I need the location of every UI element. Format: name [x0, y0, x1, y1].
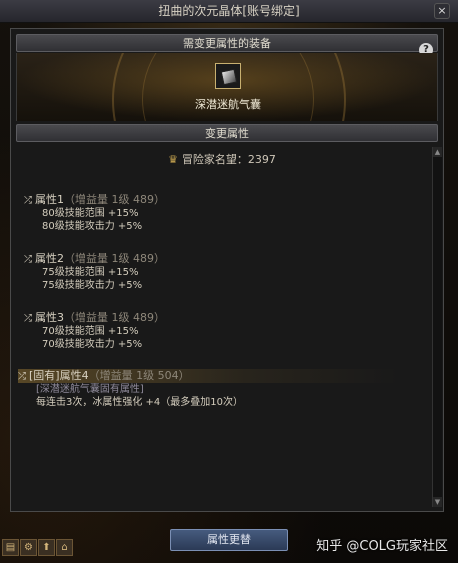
- attribute-effect: 80级技能攻击力 +5%: [42, 221, 143, 232]
- equip-area: 深潜迷航气囊: [16, 53, 438, 121]
- attribute-header: ⤮ 属性2（增益量 1级 489）: [24, 252, 404, 266]
- shuffle-icon: ⤮: [24, 195, 32, 206]
- bottom-toolbar: ▤ ⚙ ⬆ ⌂: [2, 539, 74, 557]
- change-section-header: 变更属性: [16, 124, 438, 142]
- window-title: 扭曲的次元晶体[账号绑定]: [158, 4, 300, 18]
- attribute-effect: 75级技能范围 +15%: [42, 267, 139, 278]
- close-button[interactable]: ×: [434, 3, 450, 19]
- attribute-source-label: [深潜迷航气囊固有属性]: [36, 384, 144, 395]
- item-cube-icon: [220, 68, 238, 86]
- window-titlebar[interactable]: 扭曲的次元晶体[账号绑定] ×: [0, 0, 458, 23]
- attribute-effect: 75级技能攻击力 +5%: [42, 280, 143, 291]
- attribute-meta: （增益量 1级 489）: [64, 193, 165, 206]
- attribute-option-4-selected[interactable]: ⤮ [固有]属性4（增益量 1级 504） [深潜迷航气囊固有属性] 每连击3次，…: [18, 369, 398, 409]
- attribute-effect: 70级技能范围 +15%: [42, 326, 139, 337]
- upgrade-icon[interactable]: ⬆: [38, 539, 55, 556]
- scroll-up-arrow-icon[interactable]: ▲: [433, 147, 442, 157]
- settings-gear-icon[interactable]: ⚙: [20, 539, 37, 556]
- attribute-effect: 每连击3次，冰属性强化 +4（最多叠加10次）: [36, 397, 244, 408]
- shuffle-icon: ⤮: [24, 254, 32, 265]
- attribute-meta: （增益量 1级 489）: [64, 252, 165, 265]
- attribute-title: 属性2: [35, 252, 64, 265]
- main-panel: 需变更属性的装备 ? 深潜迷航气囊 变更属性 ♛ 冒险家名望：2397 ⤮ 属性1（…: [10, 28, 444, 512]
- attribute-list: ♛ 冒险家名望：2397 ⤮ 属性1（增益量 1级 489） 80级技能范围 +15…: [16, 145, 428, 507]
- watermark: 知乎 @COLG玩家社区: [316, 539, 448, 554]
- item-name: 深潜迷航气囊: [195, 98, 261, 111]
- attribute-effect: 80级技能范围 +15%: [42, 208, 139, 219]
- attribute-option-2[interactable]: ⤮ 属性2（增益量 1级 489） 75级技能范围 +15% 75级技能攻击力 +…: [24, 252, 404, 292]
- attribute-meta: （增益量 1级 489）: [64, 311, 165, 324]
- reputation-text: 冒险家名望：2397: [181, 153, 276, 166]
- shuffle-icon: ⤮: [24, 313, 32, 324]
- shop-icon[interactable]: ⌂: [56, 539, 73, 556]
- attribute-effect: 70级技能攻击力 +5%: [42, 339, 143, 350]
- apply-attribute-change-button[interactable]: 属性更替: [170, 529, 288, 551]
- attribute-title: [固有]属性4: [29, 369, 89, 382]
- equipment-slot[interactable]: [215, 63, 241, 89]
- attribute-option-3[interactable]: ⤮ 属性3（增益量 1级 489） 70级技能范围 +15% 70级技能攻击力 +…: [24, 311, 404, 351]
- attribute-title: 属性1: [35, 193, 64, 206]
- attribute-header: ⤮ 属性1（增益量 1级 489）: [24, 193, 404, 207]
- attribute-meta: （增益量 1级 504）: [88, 369, 190, 382]
- attribute-title: 属性3: [35, 311, 64, 324]
- shuffle-icon: ⤮: [18, 371, 26, 382]
- change-section-title: 变更属性: [205, 127, 249, 140]
- dimension-crystal-window: 扭曲的次元晶体[账号绑定] × 需变更属性的装备 ? 深潜迷航气囊 变更属性 ♛…: [0, 0, 458, 563]
- equip-section-header: 需变更属性的装备 ?: [16, 34, 438, 57]
- attribute-header: ⤮ [固有]属性4（增益量 1级 504）: [18, 369, 398, 383]
- attribute-header: ⤮ 属性3（增益量 1级 489）: [24, 311, 404, 325]
- reputation-display: ♛ 冒险家名望：2397: [16, 151, 428, 167]
- attribute-scrollbar[interactable]: ▲ ▼: [432, 147, 442, 507]
- attribute-option-1[interactable]: ⤮ 属性1（增益量 1级 489） 80级技能范围 +15% 80级技能攻击力 +…: [24, 193, 404, 233]
- equip-section-title: 需变更属性的装备: [183, 37, 271, 50]
- crest-icon: ♛: [168, 153, 178, 166]
- inventory-icon[interactable]: ▤: [2, 539, 19, 556]
- scroll-down-arrow-icon[interactable]: ▼: [433, 497, 442, 507]
